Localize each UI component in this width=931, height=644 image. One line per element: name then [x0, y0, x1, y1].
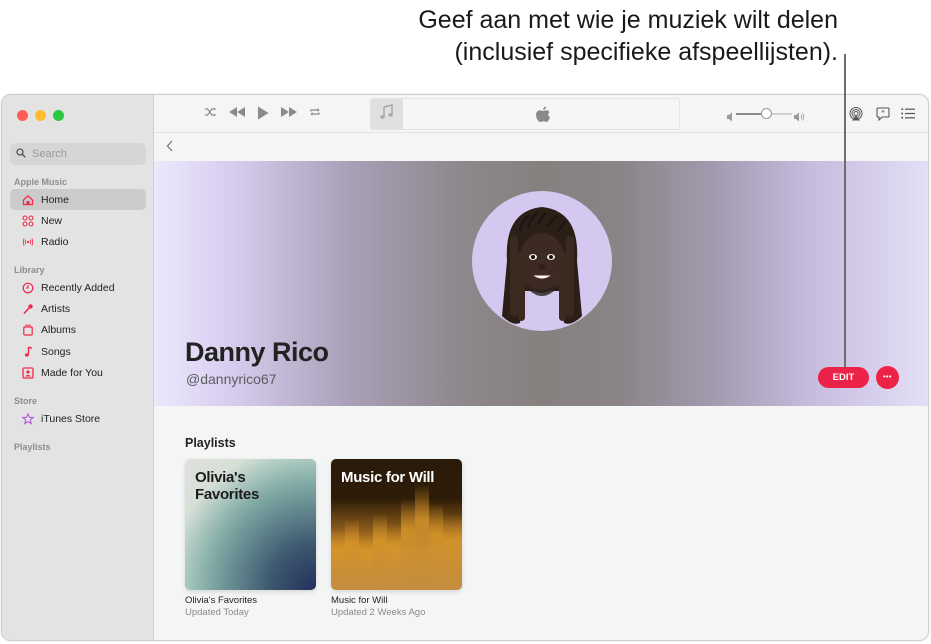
profile-avatar[interactable] — [472, 191, 612, 331]
section-label-apple-music: Apple Music — [14, 177, 68, 187]
callout-annotation: Geef aan met wie je muziek wilt delen (i… — [418, 4, 838, 68]
section-label-library: Library — [14, 265, 45, 275]
playlist-updated: Updated 2 Weeks Ago — [331, 607, 426, 618]
playlist-card[interactable]: Olivia's Favorites Olivia's Favorites Up… — [185, 459, 316, 618]
queue-list-icon[interactable] — [901, 108, 915, 119]
sidebar-item-label: Home — [41, 193, 70, 206]
zoom-button[interactable] — [53, 110, 64, 121]
volume-high-icon — [794, 109, 805, 127]
volume-slider[interactable] — [727, 107, 805, 122]
person-square-icon — [22, 366, 34, 379]
sidebar-item-label: Artists — [41, 302, 71, 315]
sidebar-item-label: Songs — [41, 345, 71, 358]
sidebar-item-label: iTunes Store — [41, 412, 101, 425]
callout-pointer-line — [844, 54, 846, 367]
star-icon — [22, 412, 34, 425]
house-icon — [22, 194, 34, 206]
callout-line-2: (inclusief specifieke afspeellijsten). — [454, 38, 838, 66]
volume-low-icon — [727, 109, 733, 127]
search-input[interactable] — [32, 148, 132, 160]
sidebar-item-new[interactable]: New — [10, 210, 146, 231]
sidebar-item-albums[interactable]: Albums — [10, 319, 146, 340]
minimize-button[interactable] — [35, 110, 46, 121]
sidebar-item-label: Made for You — [41, 366, 103, 379]
play-icon[interactable] — [257, 106, 269, 120]
search-field[interactable] — [10, 143, 146, 165]
main-content: ” Danny Rico @dannyrico67 EDIT ••• Playl… — [154, 95, 928, 640]
sidebar-item-artists[interactable]: Artists — [10, 298, 146, 319]
playlist-card[interactable]: Music for Will Music for Will Updated 2 … — [331, 459, 462, 618]
sidebar-item-label: Radio — [41, 235, 69, 248]
music-note-icon — [379, 103, 395, 125]
radio-waves-icon — [22, 236, 34, 248]
section-label-store: Store — [14, 396, 38, 406]
shuffle-icon[interactable] — [204, 106, 217, 118]
album-stack-icon — [22, 324, 34, 336]
navigation-bar — [154, 133, 928, 161]
microphone-icon — [22, 303, 34, 315]
playlist-title: Music for Will — [331, 595, 388, 606]
close-button[interactable] — [17, 110, 28, 121]
window-controls — [17, 110, 64, 121]
music-note-icon — [22, 345, 34, 358]
sidebar-item-recently-added[interactable]: Recently Added — [10, 277, 146, 298]
playlist-artwork-title: Olivia's Favorites — [195, 469, 259, 503]
sidebar-item-songs[interactable]: Songs — [10, 341, 146, 362]
repeat-icon[interactable] — [309, 106, 321, 118]
profile-handle: @dannyrico67 — [186, 371, 277, 387]
sidebar-item-label: Recently Added — [41, 281, 115, 294]
playback-toolbar: ” — [154, 95, 928, 133]
section-label-playlists: Playlists — [14, 442, 51, 452]
sidebar-item-radio[interactable]: Radio — [10, 231, 146, 252]
back-chevron-icon[interactable] — [166, 139, 174, 155]
playlists-heading: Playlists — [185, 436, 236, 450]
sidebar: Apple Music Home New Radio Library Recen… — [2, 95, 154, 640]
music-app-window: Apple Music Home New Radio Library Recen… — [1, 94, 929, 641]
edit-profile-button[interactable]: EDIT — [818, 367, 869, 388]
sidebar-item-made-for-you[interactable]: Made for You — [10, 362, 146, 383]
clock-icon — [22, 282, 34, 294]
svg-text:”: ” — [881, 110, 885, 117]
sidebar-item-itunes-store[interactable]: iTunes Store — [10, 408, 146, 429]
playlist-updated: Updated Today — [185, 607, 249, 618]
lyrics-icon[interactable]: ” — [876, 107, 890, 121]
sidebar-item-label: New — [41, 214, 63, 227]
more-options-button[interactable]: ••• — [876, 366, 899, 389]
playlist-artwork: Music for Will — [331, 459, 462, 590]
memoji-avatar-icon — [502, 207, 582, 324]
album-art-placeholder — [371, 99, 403, 129]
playlist-artwork: Olivia's Favorites — [185, 459, 316, 590]
callout-line-1: Geef aan met wie je muziek wilt delen — [418, 6, 838, 34]
search-icon — [16, 145, 26, 163]
apple-logo-icon — [535, 106, 551, 129]
rewind-icon[interactable] — [228, 106, 246, 118]
fast-forward-icon[interactable] — [280, 106, 298, 118]
ellipsis-icon: ••• — [883, 374, 892, 381]
profile-name: Danny Rico — [185, 337, 329, 367]
playlist-title: Olivia's Favorites — [185, 595, 258, 606]
now-playing-display — [370, 98, 680, 130]
playlist-artwork-title: Music for Will — [341, 469, 435, 486]
sidebar-item-home[interactable]: Home — [10, 189, 146, 210]
grid-icon — [22, 214, 34, 227]
volume-knob[interactable] — [761, 108, 773, 119]
airplay-icon[interactable] — [849, 107, 863, 121]
profile-header: Danny Rico @dannyrico67 EDIT ••• — [154, 161, 928, 406]
sidebar-item-label: Albums — [41, 323, 77, 336]
